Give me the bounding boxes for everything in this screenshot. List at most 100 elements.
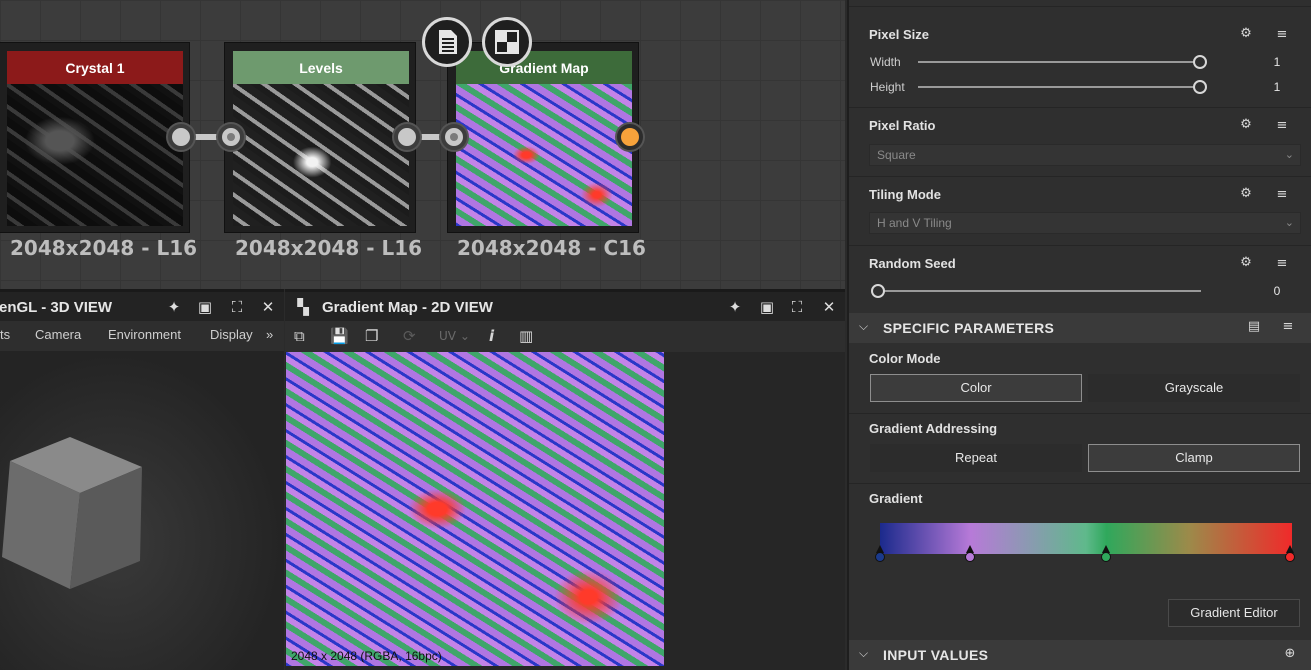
- cube-preview: [2, 437, 142, 589]
- chevron-down-icon: ⌵: [859, 319, 869, 333]
- document-icon[interactable]: [422, 17, 472, 67]
- gradient-addressing-label: Gradient Addressing: [869, 421, 998, 436]
- color-mode-label: Color Mode: [869, 351, 941, 366]
- link-parameter-icon[interactable]: ⚙: [1235, 25, 1257, 43]
- pin-icon[interactable]: ✦: [727, 299, 743, 315]
- node-graph[interactable]: Crystal 1 2048x2048 - L16 Levels 2048x20…: [0, 0, 845, 289]
- width-value[interactable]: 1: [1267, 55, 1287, 69]
- properties-panel: Pixel Size ⚙ ≡ Width 1 Height 1 Pixel Ra…: [847, 0, 1311, 670]
- gradient-addressing-repeat-button[interactable]: Repeat: [870, 444, 1082, 472]
- checker-icon: ▚: [297, 298, 309, 316]
- options-menu-icon[interactable]: ≡: [1271, 117, 1293, 135]
- node-gradient-map[interactable]: Gradient Map: [447, 42, 639, 233]
- random-seed-label: Random Seed: [869, 256, 956, 271]
- height-value[interactable]: 1: [1267, 80, 1287, 94]
- input-port[interactable]: [218, 124, 244, 150]
- menu-environment[interactable]: Environment: [108, 327, 181, 342]
- view3d-menubar: ts Camera Environment Display »: [0, 321, 284, 351]
- node-crystal[interactable]: Crystal 1: [0, 42, 190, 233]
- panel-title: Gradient Map - 2D VIEW: [322, 299, 493, 316]
- add-icon[interactable]: ⊕: [1279, 645, 1301, 663]
- close-icon[interactable]: ✕: [260, 299, 276, 315]
- maximize-icon[interactable]: ⛶: [229, 299, 245, 315]
- output-port-selected[interactable]: [617, 124, 643, 150]
- save-icon[interactable]: 💾: [330, 326, 349, 346]
- height-slider-knob[interactable]: [1193, 80, 1207, 94]
- options-menu-icon[interactable]: ≡: [1271, 186, 1293, 204]
- gradient-addressing-clamp-button[interactable]: Clamp: [1088, 444, 1300, 472]
- view2d-toolbar: ⧉ 💾 ❐ ⟳ UV ⌄ i ▥: [285, 321, 845, 352]
- gradient-stop[interactable]: [1285, 545, 1295, 563]
- uv-label: UV: [439, 329, 456, 343]
- node-resolution: 2048x2048 - L16: [10, 236, 198, 260]
- chevron-down-icon: ⌄: [1284, 149, 1294, 161]
- node-title: Crystal 1: [7, 51, 183, 84]
- checker-icon[interactable]: [482, 17, 532, 67]
- tiling-mode-dropdown[interactable]: H and V Tiling ⌄: [869, 212, 1301, 234]
- panel-3d-view: enGL - 3D VIEW ✦ ▣ ⛶ ✕ ts Camera Environ…: [0, 289, 284, 670]
- pixel-ratio-dropdown[interactable]: Square ⌄: [869, 144, 1301, 166]
- input-values-header[interactable]: ⌵ INPUT VALUES ⊕: [849, 640, 1311, 670]
- divider: [849, 107, 1311, 108]
- random-seed-value[interactable]: 0: [1267, 284, 1287, 298]
- refresh-icon[interactable]: ⟳: [403, 326, 416, 346]
- preset-icon[interactable]: ▤: [1243, 318, 1265, 336]
- height-slider[interactable]: [918, 86, 1201, 88]
- menu-camera[interactable]: Camera: [35, 327, 81, 342]
- pin-icon[interactable]: ✦: [166, 299, 182, 315]
- node-levels[interactable]: Levels: [224, 42, 416, 233]
- options-menu-icon[interactable]: ≡: [1271, 26, 1293, 44]
- gradient-editor-button[interactable]: Gradient Editor: [1168, 599, 1300, 627]
- random-seed-slider[interactable]: [877, 290, 1201, 292]
- gradient-stop[interactable]: [965, 545, 975, 563]
- node-thumbnail: [7, 84, 183, 226]
- random-seed-slider-knob[interactable]: [871, 284, 885, 298]
- color-mode-grayscale-button[interactable]: Grayscale: [1088, 374, 1300, 402]
- options-menu-icon[interactable]: ≡: [1271, 255, 1293, 273]
- divider: [849, 483, 1311, 484]
- section-title: INPUT VALUES: [883, 647, 989, 663]
- output-port[interactable]: [394, 124, 420, 150]
- color-mode-color-button[interactable]: Color: [870, 374, 1082, 402]
- restore-icon[interactable]: ▣: [759, 299, 775, 315]
- options-menu-icon[interactable]: ≡: [1277, 318, 1299, 336]
- copy-icon[interactable]: ❐: [365, 326, 378, 346]
- 2d-texture-canvas[interactable]: [286, 352, 664, 666]
- pixel-ratio-value: Square: [877, 148, 916, 162]
- divider: [849, 413, 1311, 414]
- chevron-down-icon: ⌵: [859, 646, 869, 660]
- chevron-down-icon: ⌄: [1284, 217, 1294, 229]
- width-slider[interactable]: [918, 61, 1201, 63]
- app-root: Crystal 1 2048x2048 - L16 Levels 2048x20…: [0, 0, 1311, 670]
- info-icon[interactable]: i: [489, 326, 494, 346]
- height-label: Height: [870, 80, 905, 94]
- uv-dropdown[interactable]: UV ⌄: [439, 326, 470, 346]
- close-icon[interactable]: ✕: [821, 299, 837, 315]
- tiling-mode-label: Tiling Mode: [869, 187, 941, 202]
- restore-icon[interactable]: ▣: [197, 299, 213, 315]
- link-parameter-icon[interactable]: ⚙: [1235, 116, 1257, 134]
- menu-lights[interactable]: ts: [0, 327, 10, 342]
- gradient-stop[interactable]: [1101, 545, 1111, 563]
- node-title: Levels: [233, 51, 409, 84]
- 3d-viewport[interactable]: [0, 351, 284, 670]
- panel-title: enGL - 3D VIEW: [0, 299, 113, 316]
- specific-parameters-header[interactable]: ⌵ SPECIFIC PARAMETERS ▤ ≡: [849, 313, 1311, 343]
- node-resolution: 2048x2048 - L16: [235, 236, 423, 260]
- histogram-icon[interactable]: ▥: [519, 326, 533, 346]
- link-parameter-icon[interactable]: ⚙: [1235, 185, 1257, 203]
- input-port[interactable]: [441, 124, 467, 150]
- link-parameter-icon[interactable]: ⚙: [1235, 254, 1257, 272]
- export-icon[interactable]: ⧉: [294, 326, 305, 346]
- gradient-preview[interactable]: [880, 523, 1292, 554]
- output-port[interactable]: [168, 124, 194, 150]
- section-title: SPECIFIC PARAMETERS: [883, 320, 1055, 336]
- maximize-icon[interactable]: ⛶: [789, 299, 805, 315]
- width-slider-knob[interactable]: [1193, 55, 1207, 69]
- menu-more[interactable]: »: [266, 327, 273, 342]
- gradient-stop[interactable]: [875, 545, 885, 563]
- tiling-mode-value: H and V Tiling: [877, 216, 952, 230]
- menu-display[interactable]: Display: [210, 327, 253, 342]
- node-thumbnail: [456, 84, 632, 226]
- panel-2d-view: ▚ Gradient Map - 2D VIEW ✦ ▣ ⛶ ✕ ⧉ 💾 ❐ ⟳…: [285, 289, 845, 670]
